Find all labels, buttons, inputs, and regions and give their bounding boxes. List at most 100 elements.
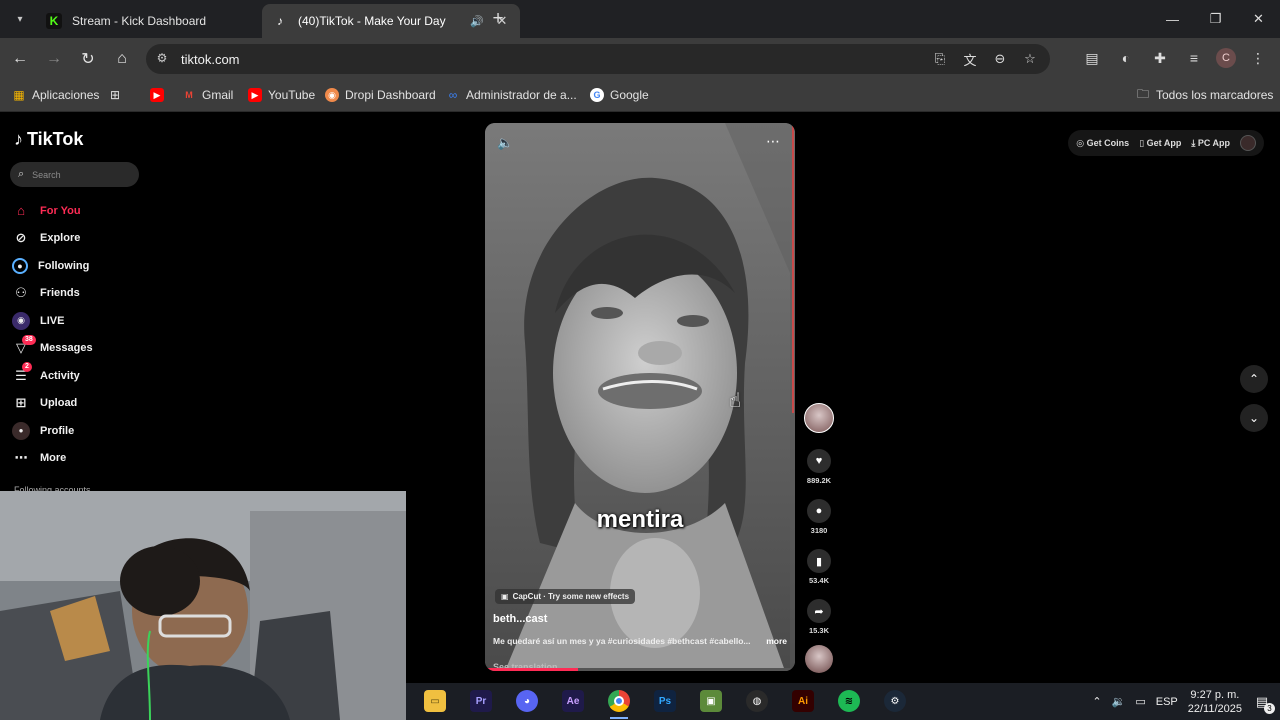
minimize-icon[interactable]: — — [1151, 0, 1194, 38]
bookmark-label: Aplicaciones — [32, 88, 100, 102]
browser-menu-icon[interactable]: ⋮ — [1246, 46, 1270, 70]
discord-icon[interactable]: ◕ — [516, 690, 538, 712]
tab-search-icon[interactable]: ▾ — [10, 10, 30, 28]
sidebar-item-label: Following — [38, 259, 90, 272]
site-settings-icon[interactable]: ⚙ — [154, 51, 170, 65]
obs-icon[interactable]: ◍ — [746, 690, 768, 712]
bookmark-apps-launcher[interactable]: ⊞ — [108, 88, 122, 102]
extensions-puzzle-icon[interactable]: ✚ — [1148, 46, 1172, 70]
back-arrow-icon[interactable]: ← — [10, 49, 30, 69]
premiere-icon[interactable]: Pr — [470, 690, 492, 712]
media-control-icon[interactable]: ≡ — [1182, 46, 1206, 70]
sidebar-item-explore[interactable]: ⊘ Explore — [12, 225, 93, 253]
bookmark-icon[interactable]: ▮ — [807, 549, 831, 573]
reload-icon[interactable]: ↻ — [78, 49, 98, 69]
close-window-icon[interactable]: ✕ — [1237, 0, 1280, 38]
search-placeholder: Search — [32, 169, 61, 180]
sidebar-item-profile[interactable]: ● Profile — [12, 417, 93, 445]
clock-time: 9:27 p. m. — [1190, 688, 1240, 701]
get-app-button[interactable]: ▯ Get App — [1139, 138, 1181, 149]
translate-icon[interactable]: 文 — [960, 49, 980, 69]
get-coins-button[interactable]: ◎ Get Coins — [1076, 138, 1129, 149]
sidebar-item-friends[interactable]: ⚇ Friends — [12, 280, 93, 308]
upload-icon: ⊞ — [15, 395, 27, 411]
reading-list-icon[interactable]: ▤ — [1080, 46, 1104, 70]
creator-avatar[interactable] — [804, 403, 834, 433]
bookmark-all-folders[interactable]: 🗀 Todos los marcadores — [1136, 87, 1273, 103]
forward-arrow-icon[interactable]: → — [44, 49, 64, 69]
like-heart-icon[interactable]: ♥ — [807, 449, 831, 473]
restore-icon[interactable]: ❐ — [1194, 0, 1237, 38]
minecraft-icon[interactable]: ▣ — [700, 690, 722, 712]
bookmark-dropi[interactable]: ◉ Dropi Dashboard — [325, 88, 436, 102]
install-app-icon[interactable]: ⎘ — [930, 49, 950, 69]
steam-icon[interactable]: ⚙ — [884, 690, 906, 712]
webcam-image — [0, 491, 406, 720]
pc-app-button[interactable]: ⤓ PC App — [1191, 138, 1230, 149]
photoshop-icon[interactable]: Ps — [654, 690, 676, 712]
clock-date: 22/11/2025 — [1187, 702, 1242, 715]
speaker-icon[interactable]: 🔊 — [470, 15, 488, 28]
description-more-link[interactable]: more — [766, 636, 787, 646]
sidebar-item-for-you[interactable]: ⌂ For You — [12, 197, 93, 225]
bookmark-admin[interactable]: ∞ Administrador de a... — [446, 88, 577, 102]
chevron-down-icon[interactable]: ⌄ — [1240, 404, 1268, 432]
after-effects-icon[interactable]: Ae — [562, 690, 584, 712]
sound-disc-avatar[interactable] — [805, 645, 833, 673]
sidebar-item-upload[interactable]: ⊞ Upload — [12, 390, 93, 418]
user-avatar[interactable] — [1240, 135, 1256, 151]
network-icon[interactable]: ▭ — [1135, 695, 1145, 708]
url-text[interactable]: tiktok.com — [181, 52, 240, 67]
sidebar-item-more[interactable]: ⋯ More — [12, 445, 93, 473]
tab-tiktok[interactable]: ♪ (40)TikTok - Make Your Day 🔊 ✕ — [262, 4, 520, 38]
sidebar-item-messages[interactable]: ▽ 38 Messages — [12, 334, 93, 363]
volume-icon[interactable]: 🔈 — [497, 135, 513, 151]
language-indicator[interactable]: ESP — [1156, 696, 1178, 708]
zoom-icon[interactable]: ⊖ — [990, 49, 1010, 69]
video-progress-bar[interactable] — [485, 668, 795, 671]
tab-kick-dashboard[interactable]: K Stream - Kick Dashboard ✕ — [36, 4, 294, 38]
dropi-icon: ◉ — [325, 88, 339, 102]
bookmark-youtube[interactable]: ▶ YouTube — [248, 88, 315, 102]
home-icon[interactable]: ⌂ — [112, 49, 132, 69]
sidebar-item-live[interactable]: ◉ LIVE — [12, 307, 93, 335]
chevron-up-tray-icon[interactable]: ⌃ — [1092, 695, 1101, 708]
bookmark-apps[interactable]: ▦ Aplicaciones — [12, 88, 99, 102]
more-icon: ⋯ — [14, 450, 28, 466]
profile-avatar[interactable]: C — [1216, 48, 1236, 68]
home-icon: ⌂ — [17, 203, 25, 219]
sidebar-item-following[interactable]: ● Following — [12, 252, 93, 280]
coin-icon: ◎ — [1076, 137, 1085, 148]
gmail-icon: M — [185, 90, 193, 100]
kick-icon: K — [46, 13, 62, 29]
comment-icon[interactable]: ● — [807, 499, 831, 523]
video-author[interactable]: beth...cast — [493, 613, 547, 625]
more-options-icon[interactable]: ⋯ — [766, 133, 781, 150]
volume-tray-icon[interactable]: 🔉 — [1112, 695, 1126, 708]
bookmark-star-icon[interactable]: ☆ — [1020, 49, 1040, 69]
bookmark-youtube-icon-only[interactable]: ▶ — [150, 88, 164, 102]
notification-count: 3 — [1264, 702, 1275, 714]
new-tab-button[interactable]: + — [488, 8, 508, 30]
extension-circle-icon[interactable]: ◐ — [1114, 46, 1138, 70]
search-input[interactable]: ⌕ Search — [10, 162, 139, 187]
illustrator-icon[interactable]: Ai — [792, 690, 814, 712]
sidebar-item-label: For You — [40, 204, 81, 217]
spotify-icon[interactable]: ≋ — [838, 690, 860, 712]
file-explorer-icon[interactable]: ▭ — [424, 690, 446, 712]
chevron-up-icon[interactable]: ⌃ — [1240, 365, 1268, 393]
chrome-icon[interactable] — [608, 690, 630, 712]
clock[interactable]: 9:27 p. m. 22/11/2025 — [1188, 688, 1242, 716]
tab-title: Stream - Kick Dashboard — [72, 14, 207, 28]
bookmark-google[interactable]: G Google — [590, 88, 649, 102]
capcut-effect-tag[interactable]: ▣ CapCut · Try some new effects — [495, 589, 636, 604]
share-arrow-icon[interactable]: ➦ — [807, 599, 831, 623]
bookmark-gmail[interactable]: M Gmail — [182, 88, 233, 102]
tiktok-logo[interactable]: ♪ TikTok — [14, 129, 83, 150]
address-bar[interactable]: ⚙ tiktok.com ⎘ 文 ⊖ ☆ — [146, 44, 1050, 74]
video-player[interactable]: 🔈 ⋯ mentira ▣ CapCut · Try some new effe… — [485, 123, 795, 671]
apps-grid-icon: ▦ — [13, 88, 25, 102]
sidebar-item-activity[interactable]: ☰ 2 Activity — [12, 362, 93, 390]
save-count: 53.4K — [808, 576, 829, 585]
notification-center-icon[interactable]: ▤ 3 — [1252, 692, 1275, 714]
